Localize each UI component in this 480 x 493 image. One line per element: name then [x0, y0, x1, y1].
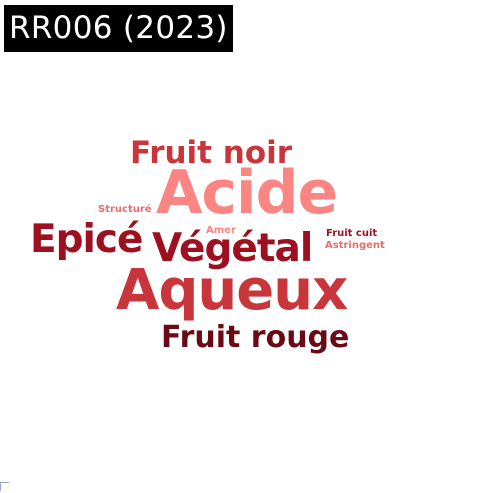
- word-acide: Acide: [156, 158, 338, 228]
- word-fruit-rouge: Fruit rouge: [161, 320, 350, 355]
- word-structure: Structuré: [98, 204, 152, 215]
- word-epice: Epicé: [30, 217, 143, 262]
- word-cloud: Fruit noir Acide Structuré Amer Fruit cu…: [0, 0, 480, 493]
- corner-mark: [0, 482, 9, 491]
- word-astringent: Astringent: [325, 240, 385, 251]
- word-aqueux: Aqueux: [116, 258, 348, 323]
- word-fruit-cuit: Fruit cuit: [326, 228, 378, 239]
